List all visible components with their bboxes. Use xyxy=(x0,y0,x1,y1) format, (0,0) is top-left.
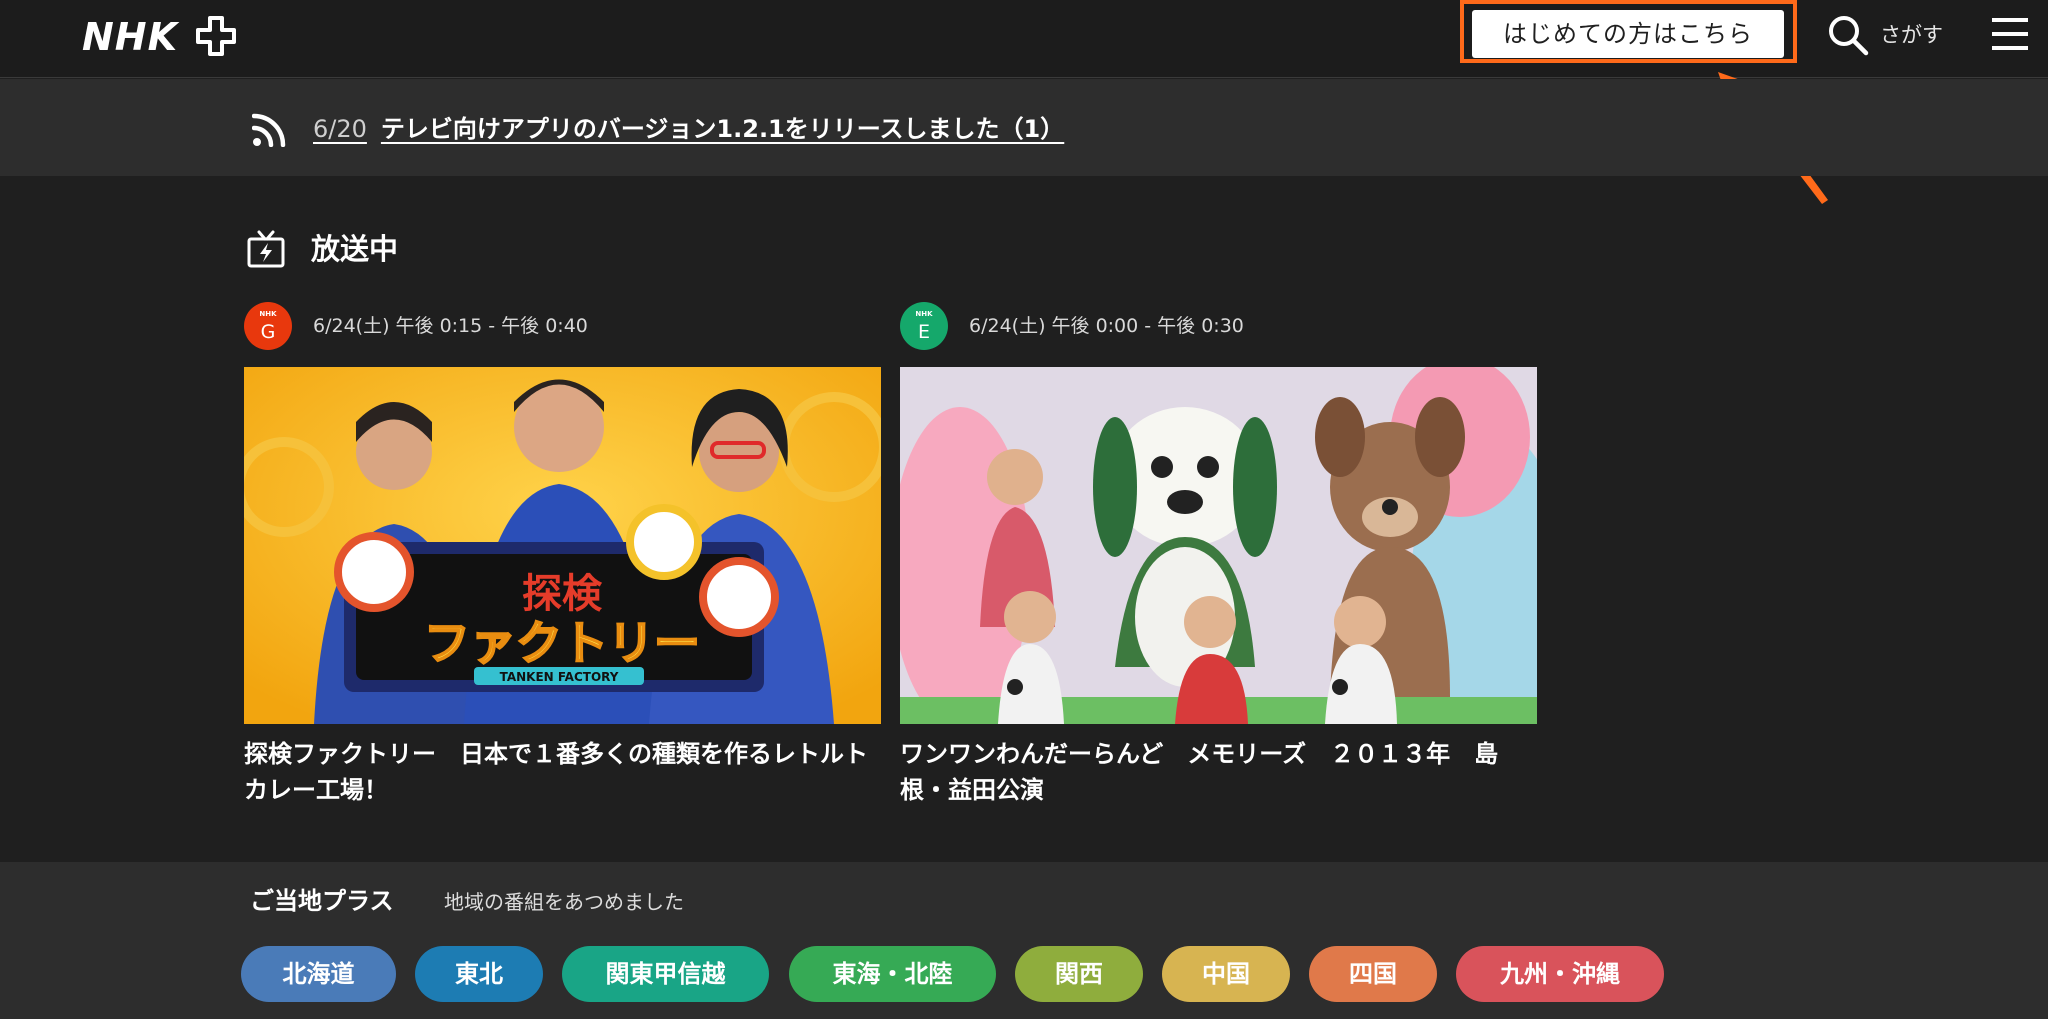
nhk-plus-logo[interactable]: NHK xyxy=(82,14,242,58)
news-date: 6/20 xyxy=(313,115,367,143)
local-plus-title: ご当地プラス xyxy=(250,887,394,915)
news-link[interactable]: 6/20 テレビ向けアプリのバージョン1.2.1をリリースしました（1） xyxy=(313,113,1064,145)
program-title[interactable]: 探検ファクトリー 日本で１番多くの種類を作るレトルトカレー工場！ xyxy=(244,736,881,808)
region-button-hokkaido[interactable]: 北海道 xyxy=(241,946,396,1002)
svg-text:TANKEN FACTORY: TANKEN FACTORY xyxy=(500,670,619,684)
region-button-shikoku[interactable]: 四国 xyxy=(1309,946,1437,1002)
rss-icon xyxy=(252,113,286,147)
svg-text:NHK: NHK xyxy=(82,15,180,58)
region-button-kyushu-okinawa[interactable]: 九州・沖縄 xyxy=(1456,946,1664,1002)
region-button-tohoku[interactable]: 東北 xyxy=(415,946,543,1002)
search-icon[interactable] xyxy=(1826,13,1870,57)
program-time: 6/24(土) 午後 0:00 - 午後 0:30 xyxy=(969,315,1244,337)
hamburger-menu-icon[interactable] xyxy=(1992,15,2028,53)
section-title-on-air: 放送中 xyxy=(311,232,399,266)
local-plus-subtitle: 地域の番組をあつめました xyxy=(444,890,684,914)
first-time-button[interactable]: はじめての方はこちら xyxy=(1472,10,1784,58)
news-title: テレビ向けアプリのバージョン1.2.1をリリースしました（1） xyxy=(380,115,1065,143)
live-tv-icon xyxy=(247,230,285,268)
program-meta: NHK G 6/24(土) 午後 0:15 - 午後 0:40 xyxy=(244,300,881,350)
program-meta: NHK E 6/24(土) 午後 0:00 - 午後 0:30 xyxy=(900,300,1537,350)
channel-badge-e: NHK E xyxy=(900,302,948,350)
region-button-kanto-koshinetsu[interactable]: 関東甲信越 xyxy=(562,946,769,1002)
program-thumbnail[interactable] xyxy=(900,367,1537,724)
program-thumbnail[interactable]: 探検 ファクトリー TANKEN FACTORY xyxy=(244,367,881,724)
channel-badge-g: NHK G xyxy=(244,302,292,350)
search-label[interactable]: さがす xyxy=(1880,20,1943,50)
local-plus-section: ご当地プラス 地域の番組をあつめました 北海道 東北 関東甲信越 東海・北陸 関… xyxy=(0,862,2048,1019)
program-title[interactable]: ワンワンわんだーらんど メモリーズ ２０１３年 島根・益田公演 xyxy=(900,736,1537,808)
svg-text:ファクトリー: ファクトリー xyxy=(424,616,700,670)
news-bar: 6/20 テレビ向けアプリのバージョン1.2.1をリリースしました（1） xyxy=(0,79,2048,176)
region-button-chugoku[interactable]: 中国 xyxy=(1162,946,1290,1002)
region-button-kansai[interactable]: 関西 xyxy=(1015,946,1143,1002)
region-button-tokai-hokuriku[interactable]: 東海・北陸 xyxy=(789,946,996,1002)
svg-text:探検: 探検 xyxy=(522,571,603,617)
program-time: 6/24(土) 午後 0:15 - 午後 0:40 xyxy=(313,315,588,337)
